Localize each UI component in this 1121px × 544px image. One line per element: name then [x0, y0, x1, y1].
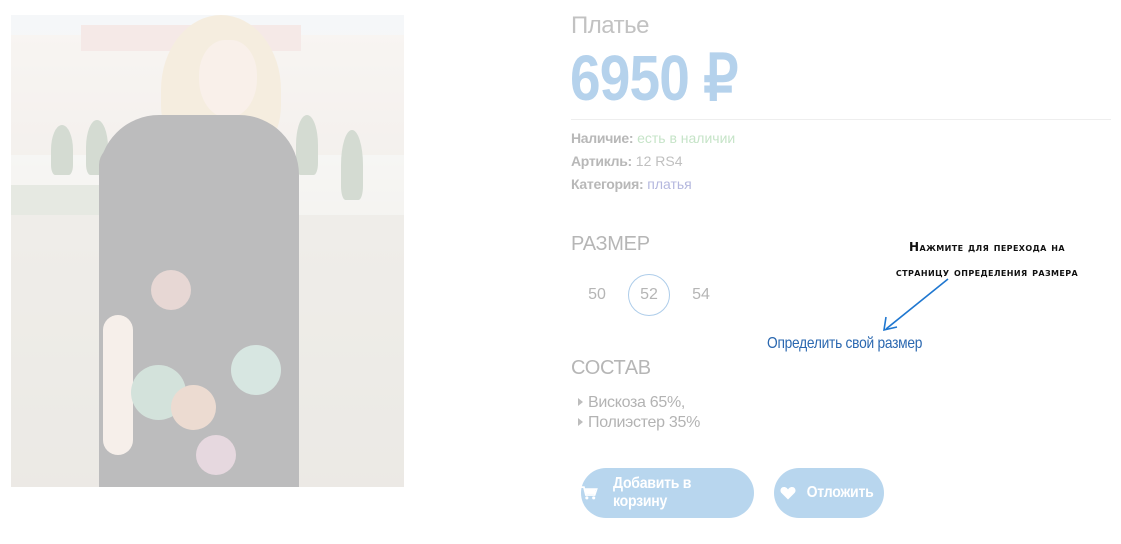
composition-section-title: СОСТАВ	[571, 357, 651, 379]
category-label: Категория:	[571, 176, 644, 192]
stock-value: есть в наличии	[637, 130, 736, 146]
product-photo[interactable]	[11, 15, 404, 487]
category-link[interactable]: платья	[647, 176, 692, 192]
size-option-52[interactable]: 52	[628, 274, 670, 316]
find-size-link[interactable]: Определить свой размер	[767, 335, 922, 353]
sku-row: Артикль: 12 RS4	[571, 152, 682, 170]
composition-item-text: Вискоза 65%,	[588, 394, 686, 411]
size-section-title: РАЗМЕР	[571, 233, 650, 255]
cart-icon	[581, 486, 598, 500]
category-row: Категория: платья	[571, 175, 692, 193]
composition-item: Полиэстер 35%	[578, 414, 700, 432]
bullet-icon	[578, 398, 583, 406]
bullet-icon	[578, 418, 583, 426]
product-title: Платье	[571, 12, 649, 39]
stock-label: Наличие:	[571, 130, 634, 146]
save-for-later-label: Отложить	[806, 484, 874, 501]
save-for-later-button[interactable]: Отложить	[774, 468, 884, 518]
hint-line-1: Нажмите для перехода на	[909, 240, 1065, 254]
composition-item: Вискоза 65%,	[578, 394, 685, 412]
divider	[571, 119, 1111, 120]
sku-value: 12 RS4	[635, 153, 683, 169]
add-to-cart-button[interactable]: Добавить в корзину	[581, 468, 754, 518]
photo-fade-overlay	[11, 15, 404, 487]
stock-row: Наличие: есть в наличии	[571, 129, 735, 147]
heart-icon	[780, 487, 796, 500]
size-option-50[interactable]: 50	[576, 274, 618, 316]
product-price: 6950 ₽	[570, 42, 738, 114]
add-to-cart-label: Добавить в корзину	[612, 475, 691, 510]
hint-arrow-icon	[883, 278, 949, 332]
composition-item-text: Полиэстер 35%	[588, 414, 700, 431]
size-option-54[interactable]: 54	[680, 274, 722, 316]
sku-label: Артикль:	[571, 153, 632, 169]
